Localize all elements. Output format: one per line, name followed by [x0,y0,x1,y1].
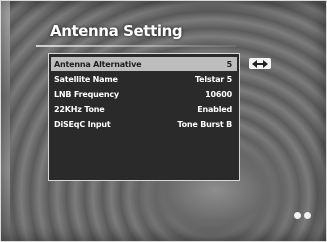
menu-row-label: Antenna Alternative [54,59,142,69]
settings-menu: Antenna Alternative 5 Satellite Name Tel… [48,53,240,181]
tv-screen: Antenna Setting Antenna Alternative 5 Sa… [0,0,327,242]
menu-row-label: DiSEqC Input [54,119,111,129]
menu-row-value: 5 [226,59,233,69]
screen-edge [0,0,10,242]
menu-row-value: Tone Burst B [177,119,232,129]
menu-row-value: Telstar 5 [194,74,232,84]
menu-row-label: LNB Frequency [54,89,119,99]
menu-row-22khz-tone[interactable]: 22KHz Tone Enabled [51,102,237,116]
menu-row-label: 22KHz Tone [54,104,105,114]
menu-row-lnb-frequency[interactable]: LNB Frequency 10600 [51,87,237,101]
menu-row-diseqc-input[interactable]: DiSEqC Input Tone Burst B [51,117,237,131]
page-dots-icon [294,210,314,220]
menu-row-value: Enabled [197,104,232,114]
menu-row-label: Satellite Name [54,74,118,84]
menu-row-satellite-name[interactable]: Satellite Name Telstar 5 [51,72,237,86]
menu-row-antenna-alternative[interactable]: Antenna Alternative 5 [51,57,237,71]
left-right-arrows-icon [249,58,271,69]
menu-row-value: 10600 [205,89,232,99]
page-title: Antenna Setting [50,22,183,40]
title-underline [36,45,236,47]
